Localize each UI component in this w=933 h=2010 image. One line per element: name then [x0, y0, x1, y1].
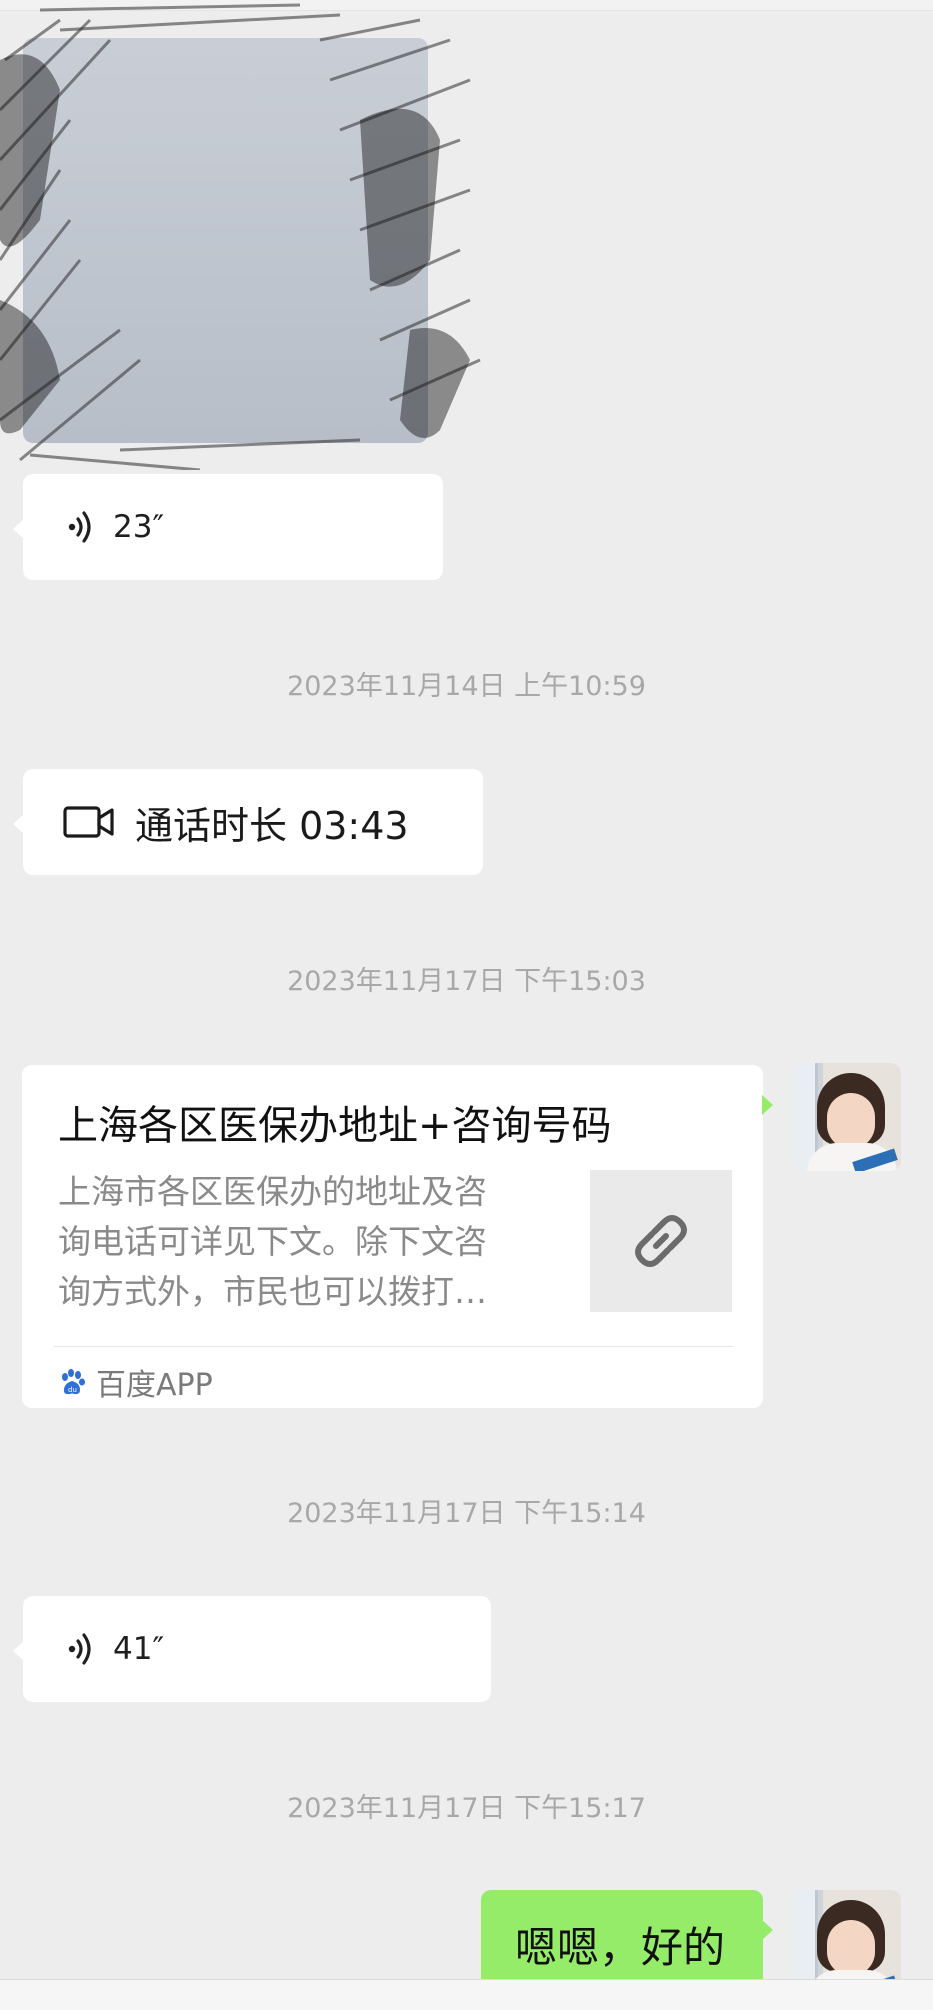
chat-timestamp: 2023年11月17日 下午15:17 — [287, 1793, 646, 1824]
bottom-bar-edge — [0, 1979, 933, 2010]
voice-duration: 23″ — [113, 509, 165, 545]
redaction-scribble — [0, 3, 481, 470]
chat-timestamp: 2023年11月17日 下午15:03 — [287, 966, 646, 997]
voice-message[interactable]: 23″ — [13, 474, 443, 580]
link-card-desc-line: 询方式外，市民也可以拨打… — [58, 1272, 487, 1311]
message-text: 嗯嗯，好的 — [515, 1923, 726, 1972]
link-card-source: du 百度APP — [58, 1360, 213, 1404]
link-card-description: 上海市各区医保办的地址及咨 询电话可详见下文。除下文咨 询方式外，市民也可以拨打… — [58, 1167, 558, 1317]
link-card-divider — [54, 1346, 733, 1347]
link-card-thumbnail — [590, 1170, 732, 1312]
link-card-source-label: 百度APP — [96, 1368, 213, 1403]
chat-timestamp: 2023年11月17日 下午15:14 — [287, 1498, 646, 1529]
image-message[interactable] — [0, 0, 500, 470]
avatar[interactable] — [793, 1063, 901, 1171]
link-card-title: 上海各区医保办地址+咨询号码 — [58, 1103, 612, 1149]
voice-wave-icon — [68, 511, 91, 543]
call-duration-label: 通话时长 03:43 — [135, 803, 409, 848]
video-camera-icon — [63, 806, 114, 838]
chat-timestamp: 2023年11月14日 上午10:59 — [287, 671, 646, 702]
link-card-message[interactable]: 上海各区医保办地址+咨询号码 上海市各区医保办的地址及咨 询电话可详见下文。除下… — [22, 1065, 773, 1408]
link-card-desc-line: 上海市各区医保办的地址及咨 — [58, 1172, 487, 1211]
svg-text:du: du — [68, 1386, 77, 1394]
link-icon — [635, 1215, 687, 1267]
voice-wave-icon — [68, 1633, 91, 1665]
voice-message[interactable]: 41″ — [13, 1596, 491, 1702]
call-record-message[interactable]: 通话时长 03:43 — [13, 769, 483, 875]
link-card-desc-line: 询电话可详见下文。除下文咨 — [58, 1222, 487, 1261]
voice-duration: 41″ — [113, 1631, 165, 1667]
baidu-paw-icon: du — [62, 1369, 85, 1395]
